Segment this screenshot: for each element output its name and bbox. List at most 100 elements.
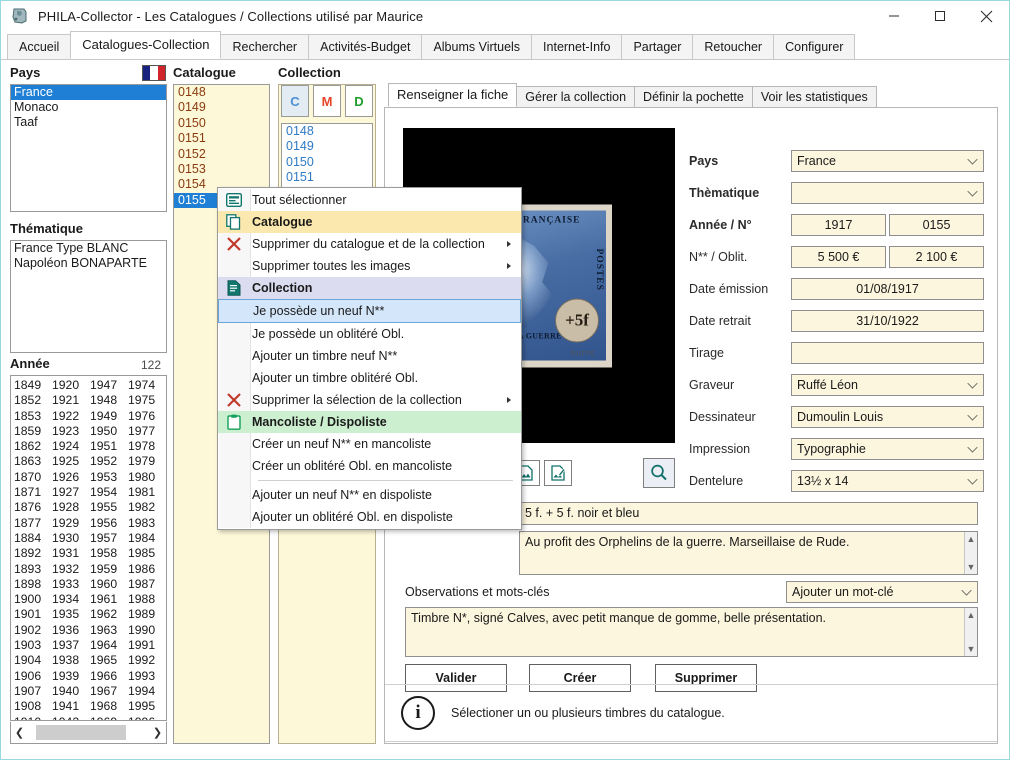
- collection-listbox[interactable]: 01480149015001510152: [281, 123, 373, 189]
- chevron-up-icon[interactable]: ▲: [967, 534, 976, 544]
- annee-item[interactable]: 1934: [51, 592, 89, 607]
- annee-item[interactable]: 1994: [127, 684, 165, 699]
- annee-item[interactable]: 1900: [13, 592, 51, 607]
- description-textarea[interactable]: Au profit des Orphelins de la guerre. Ma…: [519, 531, 978, 575]
- annee-item[interactable]: 1871: [13, 485, 51, 500]
- annee-item[interactable]: 1969: [89, 715, 127, 720]
- collection-item[interactable]: 0148: [282, 124, 372, 139]
- annee-item[interactable]: 1930: [51, 531, 89, 546]
- catalogue-item[interactable]: 0148: [174, 85, 269, 100]
- graveur-select[interactable]: Ruffé Léon: [791, 374, 984, 396]
- annee-item[interactable]: 1877: [13, 516, 51, 531]
- annee-item[interactable]: 1951: [89, 439, 127, 454]
- annee-item[interactable]: 1852: [13, 393, 51, 408]
- annee-item[interactable]: 1977: [127, 424, 165, 439]
- catalogue-item[interactable]: 0153: [174, 162, 269, 177]
- annee-item[interactable]: 1928: [51, 500, 89, 515]
- annee-item[interactable]: 1922: [51, 409, 89, 424]
- date-retrait-input[interactable]: 31/10/1922: [791, 310, 984, 332]
- annee-item[interactable]: 1950: [89, 424, 127, 439]
- annee-horizontal-scrollbar[interactable]: ❮ ❯: [10, 722, 167, 744]
- annee-item[interactable]: 1923: [51, 424, 89, 439]
- prix-neuf-input[interactable]: 5 500 €: [791, 246, 886, 268]
- annee-item[interactable]: 1948: [89, 393, 127, 408]
- context-menu[interactable]: Tout sélectionner Catalogue Supprimer du c…: [217, 187, 522, 530]
- annee-listbox[interactable]: 1849 1852 1853 1859 1862 1863 1870 1871 1876 1877…: [10, 375, 167, 721]
- chevron-down-icon[interactable]: ▼: [967, 644, 976, 654]
- zoom-image-button[interactable]: [643, 458, 675, 488]
- collection-toggle-d[interactable]: D: [345, 85, 373, 117]
- annee-item[interactable]: 1959: [89, 562, 127, 577]
- pays-item[interactable]: Taaf: [11, 115, 166, 130]
- catalogue-item[interactable]: 0151: [174, 131, 269, 146]
- annee-item[interactable]: 1967: [89, 684, 127, 699]
- context-menu-item-ajouter-un-timbre-neuf-n[interactable]: Ajouter un timbre neuf N**: [218, 345, 521, 367]
- annee-item[interactable]: 1980: [127, 470, 165, 485]
- annee-item[interactable]: 1947: [89, 378, 127, 393]
- annee-item[interactable]: 1983: [127, 516, 165, 531]
- annee-item[interactable]: 1907: [13, 684, 51, 699]
- date-emission-input[interactable]: 01/08/1917: [791, 278, 984, 300]
- annee-item[interactable]: 1939: [51, 669, 89, 684]
- annee-item[interactable]: 1935: [51, 607, 89, 622]
- description-scrollbar[interactable]: ▲ ▼: [964, 532, 977, 574]
- main-tab-partager[interactable]: Partager: [621, 34, 694, 59]
- catalogue-item[interactable]: 0150: [174, 116, 269, 131]
- annee-item[interactable]: 1862: [13, 439, 51, 454]
- collection-toggle-c[interactable]: C: [281, 85, 309, 117]
- main-tab-configurer[interactable]: Configurer: [773, 34, 856, 59]
- annee-item[interactable]: 1986: [127, 562, 165, 577]
- annee-item[interactable]: 1876: [13, 500, 51, 515]
- minimize-button[interactable]: [871, 1, 917, 31]
- pays-item[interactable]: Monaco: [11, 100, 166, 115]
- main-tab-albums-virtuels[interactable]: Albums Virtuels: [421, 34, 533, 59]
- scrollbar-thumb[interactable]: [36, 725, 126, 740]
- annee-item[interactable]: 1884: [13, 531, 51, 546]
- context-menu-item-supprimer-toutes-les-images[interactable]: Supprimer toutes les images: [218, 255, 521, 277]
- annee-item[interactable]: 1996: [127, 715, 165, 720]
- annee-item[interactable]: 1908: [13, 699, 51, 714]
- annee-item[interactable]: 1924: [51, 439, 89, 454]
- annee-item[interactable]: 1933: [51, 577, 89, 592]
- annee-item[interactable]: 1985: [127, 546, 165, 561]
- annee-item[interactable]: 1964: [89, 638, 127, 653]
- annee-item[interactable]: 1952: [89, 454, 127, 469]
- annee-item[interactable]: 1979: [127, 454, 165, 469]
- annee-item[interactable]: 1989: [127, 607, 165, 622]
- main-tab-rechercher[interactable]: Rechercher: [220, 34, 310, 59]
- prix-oblitere-input[interactable]: 2 100 €: [889, 246, 984, 268]
- context-menu-item-supprimer-du-catalogue-et-de-la-collection[interactable]: Supprimer du catalogue et de la collecti…: [218, 233, 521, 255]
- annee-item[interactable]: 1929: [51, 516, 89, 531]
- detail-tab-renseigner-la-fiche[interactable]: Renseigner la fiche: [388, 83, 518, 107]
- tirage-input[interactable]: [791, 342, 984, 364]
- edit-image-button[interactable]: [544, 460, 572, 486]
- detail-tab-voir-les-statistiques[interactable]: Voir les statistiques: [751, 86, 877, 107]
- annee-item[interactable]: 1961: [89, 592, 127, 607]
- context-menu-item-ajouter-un-timbre-oblit-r-obl[interactable]: Ajouter un timbre oblitéré Obl.: [218, 367, 521, 389]
- annee-item[interactable]: 1995: [127, 699, 165, 714]
- annee-item[interactable]: 1975: [127, 393, 165, 408]
- observations-scrollbar[interactable]: ▲ ▼: [964, 608, 977, 656]
- annee-item[interactable]: 1942: [51, 715, 89, 720]
- annee-item[interactable]: 1926: [51, 470, 89, 485]
- annee-item[interactable]: 1901: [13, 607, 51, 622]
- annee-item[interactable]: 1910: [13, 715, 51, 720]
- annee-item[interactable]: 1927: [51, 485, 89, 500]
- detail-tab-g-rer-la-collection[interactable]: Gérer la collection: [516, 86, 636, 107]
- main-tab-catalogues-collection[interactable]: Catalogues-Collection: [70, 31, 222, 59]
- main-tab-internet-info[interactable]: Internet-Info: [531, 34, 623, 59]
- annee-item[interactable]: 1936: [51, 623, 89, 638]
- annee-item[interactable]: 1991: [127, 638, 165, 653]
- thematique-item[interactable]: Napoléon BONAPARTE: [11, 256, 166, 271]
- annee-item[interactable]: 1988: [127, 592, 165, 607]
- context-menu-item-catalogue[interactable]: Catalogue: [218, 211, 521, 233]
- annee-item[interactable]: 1849: [13, 378, 51, 393]
- annee-item[interactable]: 1953: [89, 470, 127, 485]
- chevron-down-icon[interactable]: ▼: [967, 562, 976, 572]
- collection-item[interactable]: 0151: [282, 170, 372, 185]
- dentelure-select[interactable]: 13½ x 14: [791, 470, 984, 492]
- pays-item[interactable]: France: [11, 85, 166, 100]
- annee-item[interactable]: 1932: [51, 562, 89, 577]
- annee-input[interactable]: 1917: [791, 214, 886, 236]
- pays-select[interactable]: France: [791, 150, 984, 172]
